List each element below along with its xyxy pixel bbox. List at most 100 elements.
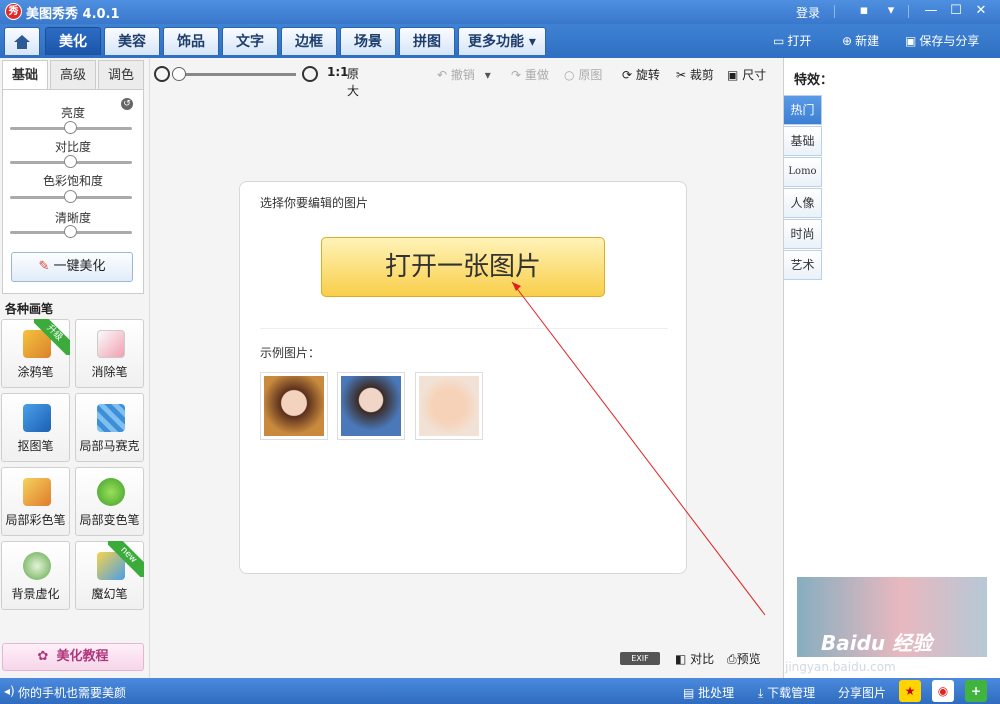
- close-icon[interactable]: ✕: [971, 2, 991, 20]
- watermark-text: jingyan.baidu.com: [785, 660, 896, 674]
- tab-text[interactable]: 文字: [222, 27, 278, 55]
- subtab-color[interactable]: 调色: [98, 60, 144, 90]
- divider: [834, 5, 835, 18]
- open-button[interactable]: ▭打开: [773, 32, 811, 49]
- one-key-beautify-button[interactable]: ✎一键美化: [11, 252, 133, 282]
- original-image-button[interactable]: ○ 原图: [564, 66, 602, 83]
- fx-tab-portrait[interactable]: 人像: [784, 188, 822, 218]
- subtab-basic[interactable]: 基础: [2, 60, 48, 90]
- color-brush-tool[interactable]: 局部彩色笔: [1, 467, 70, 536]
- cutout-brush-tool[interactable]: 抠图笔: [1, 393, 70, 462]
- sample-image-3[interactable]: [415, 372, 483, 440]
- zoom-out-icon[interactable]: [154, 66, 170, 82]
- open-image-button[interactable]: 打开一张图片: [321, 237, 605, 297]
- sample-thumbnail: [264, 376, 324, 436]
- redo-icon: ↷: [511, 68, 521, 82]
- zoom-knob[interactable]: [172, 67, 186, 81]
- minimize-icon[interactable]: —: [921, 2, 941, 20]
- fx-tab-hot[interactable]: 热门: [784, 95, 822, 125]
- brightness-label: 亮度: [3, 104, 143, 121]
- brushes-title: 各种画笔: [5, 300, 53, 317]
- compare-icon: ◧: [675, 652, 686, 666]
- cutout-pen-icon: [23, 404, 51, 432]
- tab-beauty[interactable]: 美容: [104, 27, 160, 55]
- status-message[interactable]: 你的手机也需要美颜: [18, 684, 126, 701]
- tool-label: 抠图笔: [2, 437, 69, 454]
- share-images-label[interactable]: 分享图片: [838, 684, 886, 701]
- beautify-tutorial-button[interactable]: ✿美化教程: [2, 643, 144, 671]
- sample-image-2[interactable]: [337, 372, 405, 440]
- batch-button[interactable]: ▤ 批处理: [683, 684, 734, 701]
- recolor-brush-tool[interactable]: 局部变色笔: [75, 467, 144, 536]
- tab-more-features[interactable]: 更多功能 ▾: [458, 27, 546, 55]
- batch-icon: ▤: [683, 686, 694, 700]
- crop-button[interactable]: ✂ 裁剪: [676, 66, 714, 83]
- plus-circle-icon: ⊕: [842, 34, 852, 48]
- skin-icon[interactable]: ▾: [881, 2, 901, 20]
- new-button[interactable]: ⊕新建: [842, 32, 879, 49]
- fx-tab-art[interactable]: 艺术: [784, 250, 822, 280]
- subtab-advanced[interactable]: 高级: [50, 60, 96, 90]
- scissors-icon: ✂: [676, 68, 686, 82]
- title-bar: 秀 美图秀秀 4.0.1 登录 ▪ ▾ — ☐ ✕: [0, 0, 1000, 24]
- fx-tab-basic[interactable]: 基础: [784, 126, 822, 156]
- tab-accessories[interactable]: 饰品: [163, 27, 219, 55]
- chevron-down-icon[interactable]: ▾: [485, 68, 491, 82]
- sample-images-label: 示例图片：: [260, 344, 320, 361]
- saturation-slider[interactable]: [10, 196, 132, 199]
- saturation-label: 色彩饱和度: [3, 172, 143, 189]
- preview-button[interactable]: ⎙预览: [727, 650, 761, 667]
- zoom-in-icon[interactable]: [302, 66, 318, 82]
- exif-button[interactable]: EXIF: [620, 652, 660, 665]
- redo-button[interactable]: ↷ 重做: [511, 66, 549, 83]
- mosaic-brush-tool[interactable]: 局部马赛克: [75, 393, 144, 462]
- select-image-hint: 选择你要编辑的图片: [260, 194, 368, 211]
- slider-knob[interactable]: [64, 121, 77, 134]
- zoom-ratio[interactable]: 1:1: [327, 65, 349, 79]
- undo-button[interactable]: ↶ 撤销 ▾: [437, 66, 491, 83]
- contrast-slider[interactable]: [10, 161, 132, 164]
- sharpness-slider[interactable]: [10, 231, 132, 234]
- tab-frame[interactable]: 边框: [281, 27, 337, 55]
- tab-beautify[interactable]: 美化: [45, 27, 101, 55]
- resize-button[interactable]: ▣ 尺寸: [727, 66, 766, 83]
- login-link[interactable]: 登录: [796, 4, 820, 21]
- contrast-label: 对比度: [3, 138, 143, 155]
- weibo-icon[interactable]: ◉: [932, 680, 954, 702]
- fx-tab-fashion[interactable]: 时尚: [784, 219, 822, 249]
- doodle-brush-tool[interactable]: 升级 涂鸦笔: [1, 319, 70, 388]
- promo-banner[interactable]: Baidu 经验: [797, 577, 987, 657]
- save-share-button[interactable]: ▣保存与分享: [905, 32, 979, 49]
- maximize-icon[interactable]: ☐: [946, 2, 966, 20]
- feedback-icon[interactable]: ▪: [854, 2, 874, 20]
- blur-icon: [23, 552, 51, 580]
- fx-tab-lomo[interactable]: Lomo: [784, 157, 822, 187]
- add-share-icon[interactable]: +: [965, 680, 987, 702]
- eraser-brush-tool[interactable]: 消除笔: [75, 319, 144, 388]
- tab-scene[interactable]: 场景: [340, 27, 396, 55]
- tab-collage[interactable]: 拼图: [399, 27, 455, 55]
- background-blur-tool[interactable]: 背景虚化: [1, 541, 70, 610]
- magic-brush-tool[interactable]: new 魔幻笔: [75, 541, 144, 610]
- brightness-slider[interactable]: [10, 127, 132, 130]
- sample-image-1[interactable]: [260, 372, 328, 440]
- home-tab[interactable]: [4, 27, 40, 55]
- slider-knob[interactable]: [64, 225, 77, 238]
- effects-title: 特效：: [794, 69, 833, 88]
- sharpness-label: 清晰度: [3, 209, 143, 226]
- tool-label: 背景虚化: [2, 585, 69, 602]
- home-icon: [13, 34, 31, 50]
- paint-bucket-icon: [97, 478, 125, 506]
- slider-knob[interactable]: [64, 190, 77, 203]
- mosaic-icon: [97, 404, 125, 432]
- rotate-button[interactable]: ⟳ 旋转: [622, 66, 660, 83]
- slider-knob[interactable]: [64, 155, 77, 168]
- download-manager-button[interactable]: ⤓ 下载管理: [758, 684, 815, 701]
- eraser-icon: [97, 330, 125, 358]
- qzone-icon[interactable]: ★: [899, 680, 921, 702]
- zoom-slider[interactable]: [176, 73, 296, 76]
- original-size-button[interactable]: 原大: [347, 65, 359, 99]
- compare-button[interactable]: ◧ 对比: [675, 650, 714, 667]
- one-key-label: 一键美化: [53, 259, 105, 274]
- effects-panel: 特效： 热门 基础 Lomo 人像 时尚 艺术 Baidu 经验: [783, 58, 1000, 678]
